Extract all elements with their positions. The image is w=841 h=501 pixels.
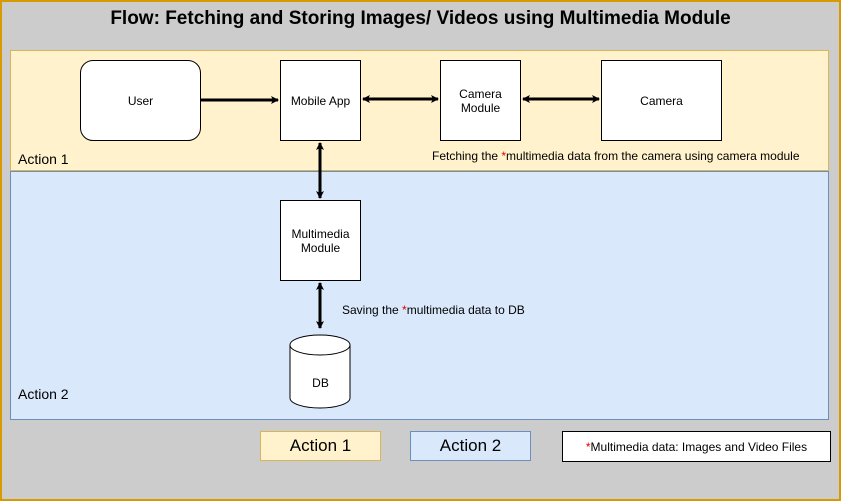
node-db-label: DB — [312, 376, 329, 390]
legend-note-text: Multimedia data: Images and Video Files — [590, 439, 808, 454]
node-mobile-app[interactable]: Mobile App — [280, 60, 361, 141]
node-camera-module[interactable]: Camera Module — [440, 60, 521, 141]
legend-note: * Multimedia data: Images and Video Files — [562, 431, 831, 462]
node-multimedia-module[interactable]: Multimedia Module — [280, 200, 361, 281]
caption-fetch-suffix: multimedia data from the camera using ca… — [506, 149, 800, 163]
lane-label-action-1: Action 1 — [18, 151, 69, 167]
caption-save-prefix: Saving the — [342, 303, 403, 317]
swimlane-action-2[interactable]: Action 2 — [10, 171, 829, 420]
caption-fetch-prefix: Fetching the — [432, 149, 502, 163]
caption-save-suffix: multimedia data to DB — [406, 303, 525, 317]
caption-fetch: Fetching the *multimedia data from the c… — [432, 149, 800, 163]
lane-label-action-2: Action 2 — [18, 386, 69, 402]
legend-action-2: Action 2 — [410, 431, 531, 461]
caption-save: Saving the *multimedia data to DB — [342, 303, 525, 317]
legend-action-1: Action 1 — [260, 431, 381, 461]
node-camera[interactable]: Camera — [601, 60, 722, 141]
diagram-title: Flow: Fetching and Storing Images/ Video… — [110, 8, 731, 29]
node-user[interactable]: User — [80, 60, 201, 141]
